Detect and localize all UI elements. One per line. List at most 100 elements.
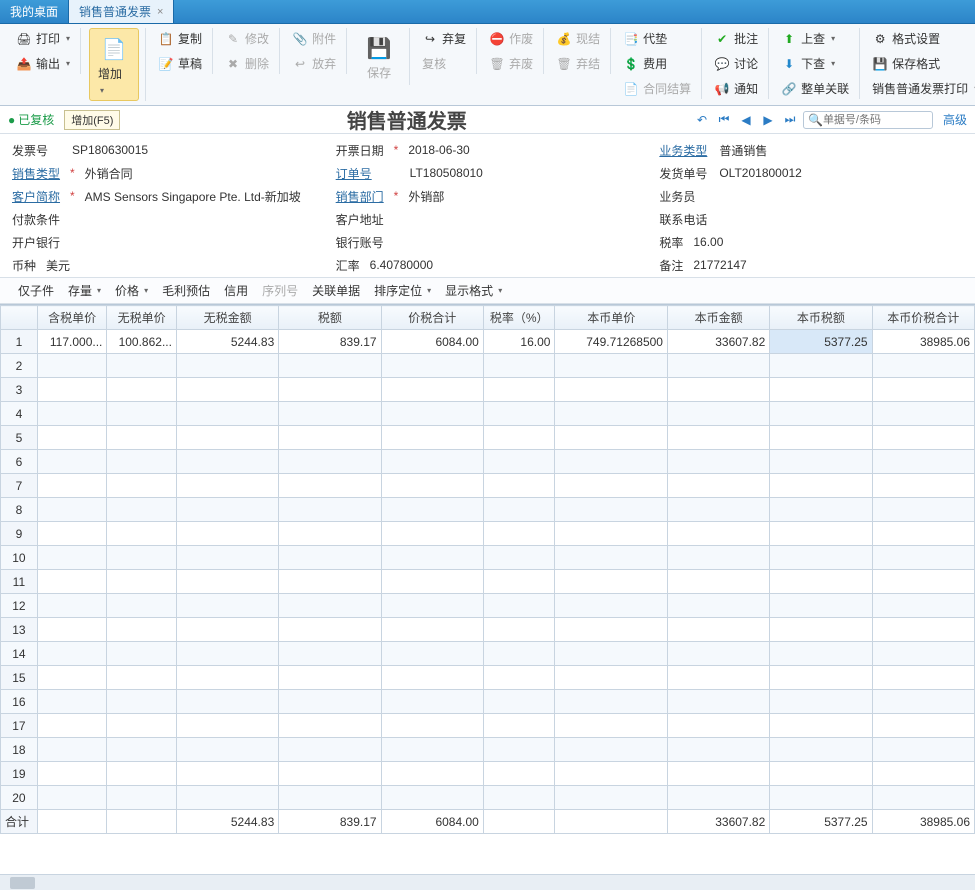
discuss-button[interactable]: 💬讨论 <box>710 53 762 74</box>
table-row[interactable]: 4 <box>1 402 975 426</box>
tab-desktop[interactable]: 我的桌面 <box>0 0 69 23</box>
table-row[interactable]: 16 <box>1 690 975 714</box>
label-phone: 联系电话 <box>659 211 715 228</box>
status-badge: ● 已复核 <box>8 111 54 128</box>
label-pay-term: 付款条件 <box>12 211 68 228</box>
table-row[interactable]: 3 <box>1 378 975 402</box>
cash-button: 💰现结 <box>552 28 604 49</box>
search-input[interactable] <box>823 114 923 126</box>
grid-wrap[interactable]: 含税单价 无税单价 无税金额 税额 价税合计 税率（%） 本币单价 本币金额 本… <box>0 304 975 874</box>
output-button[interactable]: 📤输出▾ <box>12 53 74 74</box>
table-row[interactable]: 15 <box>1 666 975 690</box>
saveformat-button[interactable]: 💾保存格式 <box>868 53 975 74</box>
table-row[interactable]: 1117.000...100.862...5244.83839.176084.0… <box>1 330 975 354</box>
val-ship-no: OLT201800012 <box>715 166 963 180</box>
total-row: 合计5244.83839.176084.0033607.825377.25389… <box>1 810 975 834</box>
label-sale-dept[interactable]: 销售部门 <box>336 188 392 205</box>
tab-sales-invoice[interactable]: 销售普通发票 × <box>69 0 174 23</box>
prev-button[interactable]: ◀ <box>737 111 755 129</box>
child-button[interactable]: 仅子件 <box>18 282 54 299</box>
discard-icon: 🗑 <box>489 56 505 72</box>
profit-button[interactable]: 毛利预估 <box>162 282 210 299</box>
add-tooltip: 增加(F5) <box>64 110 120 130</box>
relation-icon: 🔗 <box>781 81 797 97</box>
table-row[interactable]: 11 <box>1 570 975 594</box>
label-biz-type[interactable]: 业务类型 <box>659 142 715 159</box>
table-row[interactable]: 20 <box>1 786 975 810</box>
credit-button[interactable]: 信用 <box>224 282 248 299</box>
invalid-button: ⛔作废 <box>485 28 537 49</box>
col-header[interactable]: 本币价税合计 <box>872 306 974 330</box>
col-header[interactable]: 价税合计 <box>381 306 483 330</box>
copy-button[interactable]: 📋复制 <box>154 28 206 49</box>
price-button[interactable]: 价格▾ <box>115 282 148 299</box>
horizontal-scrollbar[interactable] <box>0 874 975 890</box>
release-icon: ↩ <box>292 56 308 72</box>
label-order-no[interactable]: 订单号 <box>336 165 392 182</box>
label-remark: 备注 <box>659 257 689 274</box>
data-grid[interactable]: 含税单价 无税单价 无税金额 税额 价税合计 税率（%） 本币单价 本币金额 本… <box>0 305 975 834</box>
last-button[interactable]: ⏭ <box>781 111 799 129</box>
relation-button[interactable]: 🔗整单关联 <box>777 78 853 99</box>
fee-button[interactable]: 💲费用 <box>619 53 695 74</box>
label-ship-no: 发货单号 <box>659 165 715 182</box>
val-cust-abbr: AMS Sensors Singapore Pte. Ltd-新加坡 <box>81 188 316 205</box>
table-row[interactable]: 12 <box>1 594 975 618</box>
table-row[interactable]: 17 <box>1 714 975 738</box>
first-button[interactable]: ⏮ <box>715 111 733 129</box>
sort-button[interactable]: 排序定位▾ <box>374 282 431 299</box>
undo-button[interactable]: ↶ <box>693 111 711 129</box>
down-button[interactable]: ⬇下查▾ <box>777 53 853 74</box>
notify-button[interactable]: 📢通知 <box>710 78 762 99</box>
col-header[interactable]: 含税单价 <box>37 306 107 330</box>
print-button[interactable]: 🖨打印▾ <box>12 28 74 49</box>
cash-icon: 💰 <box>556 31 572 47</box>
col-header[interactable]: 本币税额 <box>770 306 872 330</box>
check-icon: ● <box>8 113 15 127</box>
close-icon[interactable]: × <box>157 6 163 18</box>
col-header[interactable]: 无税单价 <box>107 306 177 330</box>
table-row[interactable]: 14 <box>1 642 975 666</box>
table-row[interactable]: 2 <box>1 354 975 378</box>
up-button[interactable]: ⬆上查▾ <box>777 28 853 49</box>
col-header[interactable]: 税额 <box>279 306 381 330</box>
draft-button[interactable]: 📝草稿 <box>154 53 206 74</box>
advance-button[interactable]: 📑代垫 <box>619 28 695 49</box>
fee-icon: 💲 <box>623 56 639 72</box>
col-header[interactable]: 无税金额 <box>176 306 278 330</box>
reaudit-button[interactable]: ↪弃复 <box>418 28 470 49</box>
add-button[interactable]: 📄 增加 ▾ <box>89 28 139 101</box>
table-row[interactable]: 10 <box>1 546 975 570</box>
table-row[interactable]: 6 <box>1 450 975 474</box>
label-sale-type[interactable]: 销售类型 <box>12 165 68 182</box>
label-currency: 币种 <box>12 257 42 274</box>
grid-header-row: 含税单价 无税单价 无税金额 税额 价税合计 税率（%） 本币单价 本币金额 本… <box>1 306 975 330</box>
table-row[interactable]: 5 <box>1 426 975 450</box>
save-button[interactable]: 💾 保存 <box>355 28 403 85</box>
table-row[interactable]: 9 <box>1 522 975 546</box>
display-button[interactable]: 显示格式▾ <box>445 282 502 299</box>
search-box[interactable]: 🔍 <box>803 111 933 129</box>
table-row[interactable]: 19 <box>1 762 975 786</box>
table-row[interactable]: 13 <box>1 618 975 642</box>
next-button[interactable]: ▶ <box>759 111 777 129</box>
format-icon: ⚙ <box>872 31 888 47</box>
advanced-link[interactable]: 高级 <box>943 111 967 128</box>
format-button[interactable]: ⚙格式设置 <box>868 28 975 49</box>
printset-button[interactable]: 销售普通发票打印▾ <box>868 78 975 99</box>
delete-button: ✖删除 <box>221 53 273 74</box>
discuss-icon: 💬 <box>714 56 730 72</box>
reldoc-button[interactable]: 关联单据 <box>312 282 360 299</box>
label-cust-abbr[interactable]: 客户简称 <box>12 188 68 205</box>
label-invoice-date: 开票日期 <box>336 142 392 159</box>
stock-button[interactable]: 存量▾ <box>68 282 101 299</box>
col-header[interactable]: 本币金额 <box>667 306 769 330</box>
attach-icon: 📎 <box>292 31 308 47</box>
table-row[interactable]: 7 <box>1 474 975 498</box>
approve-button[interactable]: ✔批注 <box>710 28 762 49</box>
table-row[interactable]: 18 <box>1 738 975 762</box>
col-header[interactable]: 本币单价 <box>555 306 668 330</box>
table-row[interactable]: 8 <box>1 498 975 522</box>
val-biz-type: 普通销售 <box>715 142 963 159</box>
col-header[interactable]: 税率（%） <box>483 306 555 330</box>
